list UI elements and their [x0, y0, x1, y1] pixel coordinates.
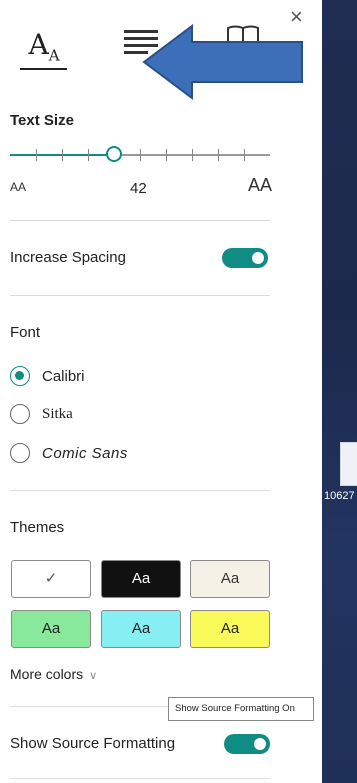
- text-size-icon-letter: A: [28, 28, 49, 61]
- divider: [10, 490, 270, 491]
- theme-swatch-green[interactable]: Aa: [11, 610, 91, 648]
- desktop-file-label[interactable]: 10627: [324, 490, 355, 502]
- divider: [10, 220, 270, 221]
- slider-thumb[interactable]: [106, 146, 122, 162]
- chevron-down-icon: ∨: [89, 670, 98, 682]
- toggle-knob: [254, 738, 266, 750]
- theme-swatch-cream[interactable]: Aa: [190, 560, 270, 598]
- text-size-icon-sub: A: [48, 46, 60, 65]
- increase-spacing-toggle[interactable]: [222, 248, 268, 268]
- slider-tick: [192, 149, 193, 161]
- smaller-text-label: AA: [10, 180, 27, 194]
- toggle-knob: [252, 252, 264, 264]
- text-size-value: 42: [130, 180, 147, 197]
- annotation-arrow-icon: [142, 24, 303, 100]
- tab-text-preferences[interactable]: AA: [22, 28, 66, 72]
- active-tab-underline: [20, 68, 67, 70]
- slider-tick: [62, 149, 63, 161]
- font-option-calibri[interactable]: Calibri: [42, 368, 85, 385]
- more-colors-button[interactable]: More colors ∨: [10, 666, 97, 682]
- text-size-icon: AA: [28, 28, 59, 65]
- increase-spacing-label: Increase Spacing: [10, 249, 126, 266]
- divider: [10, 778, 270, 779]
- font-radio-comic-sans[interactable]: [10, 443, 30, 463]
- slider-tick: [218, 149, 219, 161]
- font-option-sitka[interactable]: Sitka: [42, 406, 73, 423]
- theme-swatch-white[interactable]: ✓: [11, 560, 91, 598]
- desktop-background: [322, 0, 357, 783]
- desktop-file-icon[interactable]: [340, 442, 357, 486]
- theme-swatch-cyan[interactable]: Aa: [101, 610, 181, 648]
- themes-heading: Themes: [10, 519, 65, 536]
- font-radio-calibri[interactable]: [10, 366, 30, 386]
- show-source-formatting-label: Show Source Formatting: [10, 735, 176, 752]
- show-source-formatting-toggle[interactable]: [224, 734, 270, 754]
- larger-text-label: AA: [248, 175, 273, 195]
- slider-tick: [166, 149, 167, 161]
- font-heading: Font: [10, 324, 41, 341]
- theme-swatch-black[interactable]: Aa: [101, 560, 181, 598]
- theme-swatch-yellow[interactable]: Aa: [190, 610, 270, 648]
- slider-tick: [88, 149, 89, 161]
- more-colors-label: More colors: [10, 666, 84, 682]
- slider-tick: [140, 149, 141, 161]
- source-formatting-tooltip: Show Source Formatting On: [168, 697, 314, 721]
- font-option-comic-sans[interactable]: Comic Sans: [42, 445, 128, 462]
- slider-tick: [36, 149, 37, 161]
- divider: [10, 295, 270, 296]
- close-icon[interactable]: ×: [290, 4, 303, 30]
- immersive-reader-text-preferences-panel: AA × Text Size AA 42 AA Increase Spacing…: [0, 0, 322, 783]
- slider-tick: [244, 149, 245, 161]
- text-size-heading: Text Size: [10, 112, 74, 129]
- font-radio-sitka[interactable]: [10, 404, 30, 424]
